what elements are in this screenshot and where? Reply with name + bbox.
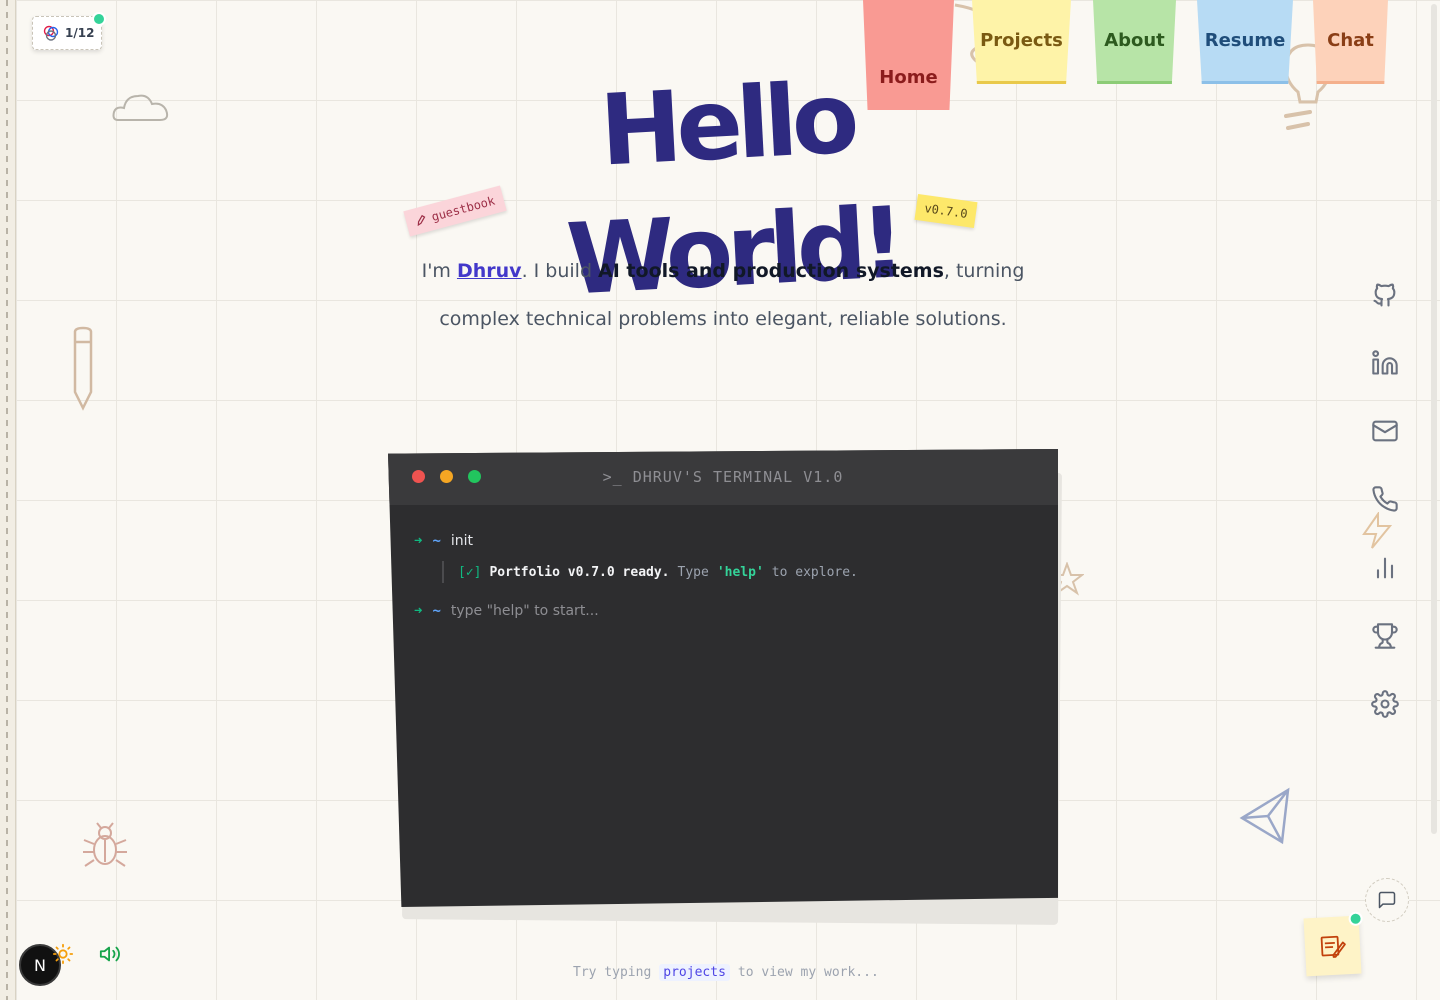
message-icon — [1378, 891, 1396, 909]
prompt-arrow-icon: ➜ — [414, 603, 423, 619]
tab-about[interactable]: About — [1093, 0, 1176, 84]
status-dot — [1348, 911, 1363, 927]
settings-icon[interactable] — [1369, 688, 1401, 720]
tab-projects-label: Projects — [980, 30, 1063, 51]
tab-projects[interactable]: Projects — [972, 0, 1071, 84]
paper-plane-icon — [1239, 787, 1290, 845]
terminal-input[interactable]: type "help" to start... — [451, 603, 599, 619]
intro-middle: . I build — [521, 260, 599, 282]
terminal-output: [✓] Portfolio v0.7.0 ready. Type 'help' … — [442, 561, 858, 583]
prompt-path: ~ — [432, 603, 441, 619]
intro-prefix: I'm — [421, 260, 457, 282]
terminal-line-init: ➜ ~ init — [414, 533, 473, 549]
tab-resume[interactable]: Resume — [1197, 0, 1293, 84]
palette-icon — [43, 25, 59, 41]
note-edit-icon — [1320, 935, 1346, 958]
check-icon: [✓] — [458, 564, 482, 580]
output-cmd: 'help' — [716, 564, 764, 580]
intro-text: I'm Dhruv. I build AI tools and producti… — [420, 247, 1026, 343]
phone-icon[interactable] — [1369, 483, 1401, 515]
intro-highlight: AI tools and production systems — [598, 260, 944, 282]
bug-icon — [83, 822, 127, 867]
terminal-titlebar: >_ DHRUV'S TERMINAL V1.0 — [388, 449, 1058, 505]
output-ready: Portfolio v0.7.0 ready. — [489, 564, 670, 580]
linkedin-icon[interactable] — [1369, 347, 1401, 379]
pen-icon — [417, 214, 426, 227]
mail-icon[interactable] — [1369, 415, 1401, 447]
lightning-icon — [1362, 512, 1393, 549]
stats-icon[interactable] — [1369, 552, 1401, 584]
tab-chat-label: Chat — [1327, 30, 1374, 51]
volume-icon[interactable] — [98, 943, 122, 965]
sticky-note-button[interactable] — [1303, 911, 1363, 977]
status-dot — [92, 12, 106, 26]
scrollbar[interactable] — [1431, 4, 1437, 834]
chat-bubble-button[interactable] — [1365, 878, 1409, 922]
output-type: Type — [677, 564, 709, 580]
tab-about-label: About — [1104, 30, 1165, 51]
page-counter[interactable]: 1/12 — [32, 12, 106, 50]
github-icon[interactable] — [1369, 279, 1401, 311]
prompt-arrow-icon: ➜ — [414, 533, 423, 549]
hint-text: Try typing projects to view my work... — [573, 964, 879, 981]
intro-name-link[interactable]: Dhruv — [457, 260, 522, 282]
trophy-icon[interactable] — [1369, 620, 1401, 652]
sun-icon[interactable] — [52, 943, 74, 965]
tab-chat[interactable]: Chat — [1313, 0, 1388, 84]
cloud-icon — [112, 94, 169, 121]
hint-prefix: Try typing — [573, 965, 652, 980]
output-tail: to explore. — [771, 564, 858, 580]
terminal-window[interactable]: >_ DHRUV'S TERMINAL V1.0 ➜ ~ init [✓] Po… — [388, 449, 1058, 907]
hint-suffix: to view my work... — [737, 965, 879, 980]
notebook-binding — [0, 0, 16, 1000]
page-counter-value: 1/12 — [65, 26, 95, 40]
terminal-title: >_ DHRUV'S TERMINAL V1.0 — [602, 468, 844, 486]
pencil-icon — [73, 326, 93, 411]
prompt-path: ~ — [432, 533, 441, 549]
tab-resume-label: Resume — [1204, 30, 1286, 51]
terminal-command: init — [450, 533, 474, 549]
hint-keyword[interactable]: projects — [659, 964, 730, 981]
terminal-input-line[interactable]: ➜ ~ type "help" to start... — [414, 603, 599, 619]
